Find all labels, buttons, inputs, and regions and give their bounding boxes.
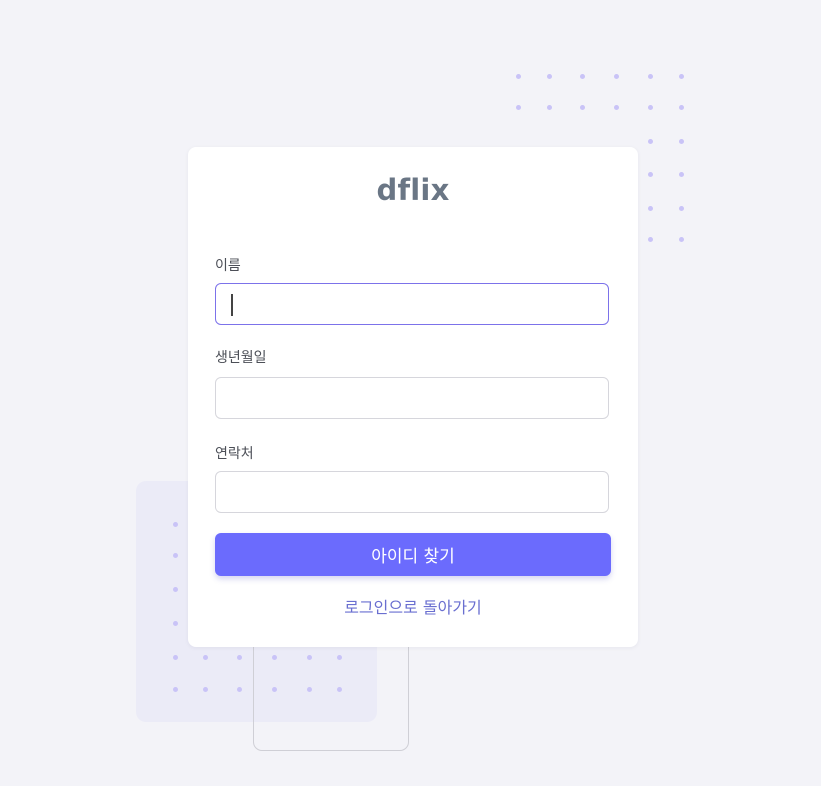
decor-dot: [678, 236, 684, 242]
decor-dot: [647, 236, 653, 242]
decor-dot: [678, 104, 684, 110]
decor-dot: [678, 171, 684, 177]
name-input[interactable]: [215, 283, 609, 325]
text-caret: [231, 294, 233, 316]
find-id-button[interactable]: 아이디 찾기: [215, 533, 611, 576]
decor-dot: [172, 552, 178, 558]
birthdate-input[interactable]: [215, 377, 609, 419]
phone-input[interactable]: [215, 471, 609, 513]
decor-dot: [515, 104, 521, 110]
decor-dot: [647, 205, 653, 211]
decor-dot: [579, 104, 585, 110]
decor-dot: [678, 205, 684, 211]
name-label: 이름: [215, 258, 241, 274]
decor-dot: [678, 138, 684, 144]
decor-dot: [202, 686, 208, 692]
decor-dot: [647, 104, 653, 110]
decor-dot: [613, 104, 619, 110]
decor-dot: [515, 73, 521, 79]
decor-dot: [546, 73, 552, 79]
decor-dot: [579, 73, 585, 79]
decor-dot: [172, 586, 178, 592]
decor-dot: [678, 73, 684, 79]
decor-dot: [202, 654, 208, 660]
decor-dot: [647, 73, 653, 79]
decor-dot: [647, 171, 653, 177]
decor-dot: [613, 73, 619, 79]
back-to-login-link[interactable]: 로그인으로 돌아가기: [188, 594, 638, 618]
decor-dot: [236, 686, 242, 692]
decor-dot: [172, 686, 178, 692]
decor-dot: [172, 521, 178, 527]
logo: dflix: [376, 173, 450, 207]
find-id-card: dflix 이름 생년월일 연락처 아이디 찾기 로그인으로 돌아가기: [188, 147, 638, 647]
decor-dot: [172, 620, 178, 626]
decor-dot: [546, 104, 552, 110]
decor-dot: [236, 654, 242, 660]
decor-dot: [172, 654, 178, 660]
phone-label: 연락처: [215, 446, 254, 462]
birthdate-label: 생년월일: [215, 350, 267, 366]
decor-dot: [647, 138, 653, 144]
